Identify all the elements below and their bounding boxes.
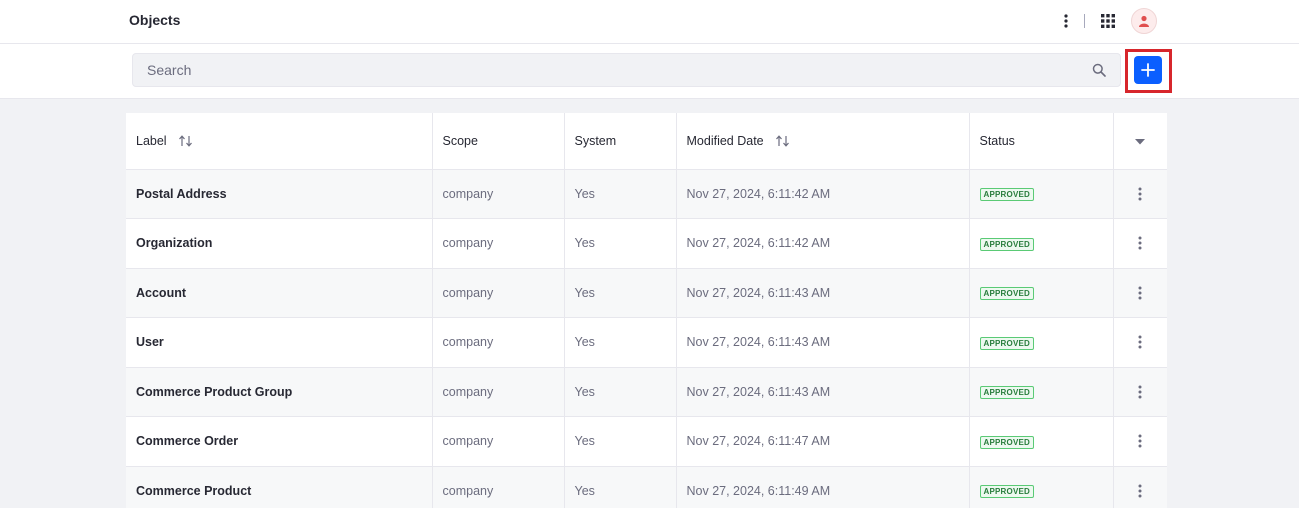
cell-scope: company bbox=[432, 169, 565, 219]
status-badge: APPROVED bbox=[979, 237, 1034, 251]
cell-status: APPROVED bbox=[969, 466, 1114, 508]
status-badge: APPROVED bbox=[979, 336, 1034, 350]
sort-arrows-icon[interactable] bbox=[775, 135, 791, 148]
search-icon[interactable] bbox=[1092, 63, 1106, 77]
sort-arrows-icon[interactable] bbox=[178, 135, 194, 148]
table-row[interactable]: Postal Address company Yes Nov 27, 2024,… bbox=[126, 169, 1167, 219]
user-icon bbox=[1139, 15, 1149, 27]
cell-modified-date: Nov 27, 2024, 6:11:43 AM bbox=[676, 367, 970, 417]
cell-status: APPROVED bbox=[969, 367, 1114, 417]
cell-scope: company bbox=[432, 218, 565, 268]
table-header-row: Label Scope System Modified Date Status bbox=[126, 113, 1167, 170]
cell-label[interactable]: Account bbox=[126, 268, 433, 318]
cell-system: Yes bbox=[564, 169, 677, 219]
cell-label[interactable]: User bbox=[126, 317, 433, 367]
cell-scope: company bbox=[432, 367, 565, 417]
cell-actions bbox=[1113, 417, 1167, 467]
cell-status: APPROVED bbox=[969, 268, 1114, 318]
cell-system: Yes bbox=[564, 367, 677, 417]
cell-status: APPROVED bbox=[969, 218, 1114, 268]
objects-table: Label Scope System Modified Date Status bbox=[126, 113, 1167, 508]
cell-actions bbox=[1113, 318, 1167, 368]
cell-system: Yes bbox=[564, 268, 677, 318]
cell-system: Yes bbox=[564, 218, 677, 268]
cell-label[interactable]: Commerce Order bbox=[126, 416, 433, 466]
cell-modified-date: Nov 27, 2024, 6:11:42 AM bbox=[676, 218, 970, 268]
cell-modified-date: Nov 27, 2024, 6:11:43 AM bbox=[676, 268, 970, 318]
table-row[interactable]: Commerce Order company Yes Nov 27, 2024,… bbox=[126, 416, 1167, 467]
row-actions-kebab-icon[interactable] bbox=[1130, 380, 1150, 404]
status-badge: APPROVED bbox=[979, 386, 1034, 400]
column-header-status: Status bbox=[969, 113, 1114, 170]
cell-actions bbox=[1113, 219, 1167, 269]
divider bbox=[1084, 14, 1085, 28]
cell-modified-date: Nov 27, 2024, 6:11:49 AM bbox=[676, 466, 970, 508]
column-visibility-toggle[interactable] bbox=[1113, 113, 1167, 170]
search-input[interactable] bbox=[133, 54, 1073, 86]
cell-system: Yes bbox=[564, 416, 677, 466]
cell-system: Yes bbox=[564, 466, 677, 508]
caret-down-icon bbox=[1135, 138, 1146, 145]
cell-modified-date: Nov 27, 2024, 6:11:42 AM bbox=[676, 169, 970, 219]
column-header-scope: Scope bbox=[432, 113, 565, 170]
status-badge: APPROVED bbox=[979, 435, 1034, 449]
apps-grid-icon[interactable] bbox=[1097, 6, 1119, 36]
plus-icon bbox=[1141, 63, 1155, 77]
row-actions-kebab-icon[interactable] bbox=[1130, 429, 1150, 453]
cell-actions bbox=[1113, 367, 1167, 417]
cell-modified-date: Nov 27, 2024, 6:11:47 AM bbox=[676, 416, 970, 466]
cell-scope: company bbox=[432, 268, 565, 318]
cell-system: Yes bbox=[564, 317, 677, 367]
search-toolbar bbox=[0, 44, 1299, 99]
table-row[interactable]: Account company Yes Nov 27, 2024, 6:11:4… bbox=[126, 268, 1167, 318]
column-header-label[interactable]: Label bbox=[126, 113, 433, 170]
cell-label[interactable]: Commerce Product Group bbox=[126, 367, 433, 417]
search-box bbox=[132, 53, 1121, 87]
table-row[interactable]: Commerce Product Group company Yes Nov 2… bbox=[126, 367, 1167, 417]
row-actions-kebab-icon[interactable] bbox=[1130, 231, 1150, 255]
cell-actions bbox=[1113, 466, 1167, 508]
cell-status: APPROVED bbox=[969, 317, 1114, 367]
status-badge: APPROVED bbox=[979, 188, 1034, 202]
status-badge: APPROVED bbox=[979, 287, 1034, 301]
options-kebab-icon[interactable] bbox=[1058, 6, 1074, 36]
cell-label[interactable]: Organization bbox=[126, 218, 433, 268]
cell-actions bbox=[1113, 169, 1167, 219]
table-row[interactable]: User company Yes Nov 27, 2024, 6:11:43 A… bbox=[126, 317, 1167, 368]
column-header-system: System bbox=[564, 113, 677, 170]
cell-status: APPROVED bbox=[969, 416, 1114, 466]
cell-scope: company bbox=[432, 466, 565, 508]
table-row[interactable]: Organization company Yes Nov 27, 2024, 6… bbox=[126, 218, 1167, 269]
cell-scope: company bbox=[432, 416, 565, 466]
row-actions-kebab-icon[interactable] bbox=[1130, 182, 1150, 206]
cell-modified-date: Nov 27, 2024, 6:11:43 AM bbox=[676, 317, 970, 367]
top-actions bbox=[1058, 6, 1157, 36]
add-object-button[interactable] bbox=[1134, 56, 1162, 84]
column-header-modified-date[interactable]: Modified Date bbox=[676, 113, 970, 170]
row-actions-kebab-icon[interactable] bbox=[1130, 330, 1150, 354]
cell-status: APPROVED bbox=[969, 169, 1114, 219]
user-avatar[interactable] bbox=[1131, 8, 1157, 34]
cell-actions bbox=[1113, 268, 1167, 318]
cell-scope: company bbox=[432, 317, 565, 367]
status-badge: APPROVED bbox=[979, 485, 1034, 499]
table-row[interactable]: Commerce Product company Yes Nov 27, 202… bbox=[126, 466, 1167, 508]
page-title: Objects bbox=[129, 12, 181, 28]
row-actions-kebab-icon[interactable] bbox=[1130, 479, 1150, 503]
cell-label[interactable]: Postal Address bbox=[126, 169, 433, 219]
cell-label[interactable]: Commerce Product bbox=[126, 466, 433, 508]
row-actions-kebab-icon[interactable] bbox=[1130, 281, 1150, 305]
top-bar: Objects bbox=[0, 0, 1299, 44]
